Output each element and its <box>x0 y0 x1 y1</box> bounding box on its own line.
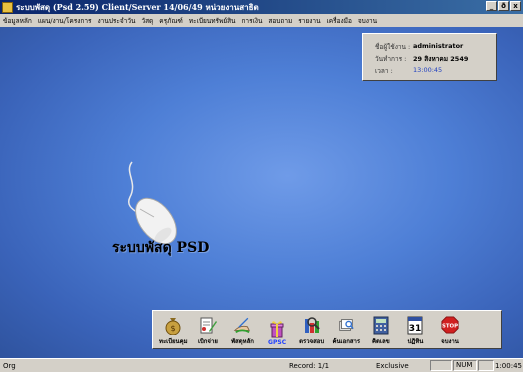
toolbar-button-register[interactable]: $ ทะเบียนคุม <box>156 311 191 346</box>
status-panel-blank-2 <box>478 360 494 371</box>
hand-writing-icon <box>233 315 251 335</box>
window-controls: _ ð x <box>486 1 521 11</box>
time-label: เวลา : <box>375 67 393 75</box>
status-num: NUM <box>453 360 477 371</box>
toolbar-label-main-supply: พัสดุหลัก <box>231 338 254 345</box>
minimize-button[interactable]: _ <box>486 1 497 11</box>
menu-item-master-data[interactable]: ข้อมูลหลัก <box>3 16 32 26</box>
status-time: 1:00:45 <box>495 362 522 370</box>
menu-item-materials[interactable]: วัสดุ <box>141 16 153 26</box>
status-left: Org <box>3 362 16 370</box>
app-icon <box>2 1 13 13</box>
time-value: 13:00:45 <box>413 66 443 74</box>
toolbar-label-issue: เบิกจ่าย <box>197 338 218 345</box>
menu-item-daily-work[interactable]: งานประจำวัน <box>98 16 136 26</box>
toolbar-button-gpsc[interactable]: GPSC <box>260 311 295 346</box>
restore-button[interactable]: ð <box>498 1 509 11</box>
calculator-icon <box>372 315 390 335</box>
document-search-icon <box>337 315 355 335</box>
main-desktop: ชื่อผู้ใช้งาน : administrator วันทำการ :… <box>0 27 523 358</box>
toolbar-button-inspect[interactable]: ตรวจสอบ <box>294 311 329 346</box>
gift-icon <box>268 318 286 338</box>
session-info-panel: ชื่อผู้ใช้งาน : administrator วันทำการ :… <box>362 33 497 81</box>
menu-item-plan-project[interactable]: แผน/งาน/โครงการ <box>38 16 92 26</box>
menu-bar: ข้อมูลหลัก แผน/งาน/โครงการ งานประจำวัน ว… <box>0 14 523 27</box>
close-button[interactable]: x <box>510 1 521 11</box>
magnifier-icon <box>303 315 321 335</box>
menu-item-tools[interactable]: เครื่องมือ <box>327 16 352 26</box>
status-record: Record: 1/1 <box>289 362 330 370</box>
toolbar-button-calendar[interactable]: 31 ปฏิทิน <box>398 311 433 346</box>
calendar-day: 31 <box>409 324 422 334</box>
svg-text:$: $ <box>171 324 176 333</box>
menu-item-equipment[interactable]: ครุภัณฑ์ <box>159 16 183 26</box>
menu-item-inquiry[interactable]: สอบถาม <box>268 16 292 26</box>
status-bar: Org Record: 1/1 Exclusive NUM 1:00:45 <box>0 358 523 372</box>
window-title: ระบบพัสดุ (Psd 2.59) Client/Server 14/06… <box>16 1 259 12</box>
toolbar-label-register: ทะเบียนคุม <box>158 338 188 345</box>
toolbar-button-exit[interactable]: STOP จบงาน <box>433 311 468 346</box>
toolbar-label-gpsc: GPSC <box>268 339 287 346</box>
stop-sign-icon: STOP <box>441 315 459 335</box>
stop-text: STOP <box>442 324 458 330</box>
money-bag-icon: $ <box>164 315 182 335</box>
toolbar-button-find-document[interactable]: ค้นเอกสาร <box>329 311 364 346</box>
calendar-icon: 31 <box>406 315 424 335</box>
toolbar-button-issue[interactable]: เบิกจ่าย <box>191 311 226 346</box>
menu-item-reports[interactable]: รายงาน <box>298 16 320 26</box>
user-label: ชื่อผู้ใช้งาน : <box>375 43 411 51</box>
quick-toolbar: $ ทะเบียนคุม เบิกจ่าย พัสดุหลัก GPSC ตรว… <box>152 310 502 349</box>
date-label: วันทำการ : <box>375 55 407 63</box>
toolbar-label-inspect: ตรวจสอบ <box>299 338 325 345</box>
toolbar-label-exit: จบงาน <box>441 338 459 345</box>
menu-item-finance[interactable]: การเงิน <box>242 16 263 26</box>
brand-title: ระบบพัสดุ PSD <box>112 240 210 256</box>
status-mode: Exclusive <box>376 362 409 370</box>
toolbar-label-find-document: ค้นเอกสาร <box>332 338 361 345</box>
menu-item-asset-register[interactable]: ทะเบียนทรัพย์สิน <box>189 16 236 26</box>
toolbar-label-calendar: ปฏิทิน <box>407 338 424 345</box>
toolbar-button-main-supply[interactable]: พัสดุหลัก <box>225 311 260 346</box>
title-bar[interactable]: ระบบพัสดุ (Psd 2.59) Client/Server 14/06… <box>0 0 523 14</box>
toolbar-label-calculator: คิดเลข <box>371 338 390 345</box>
toolbar-button-calculator[interactable]: คิดเลข <box>364 311 399 346</box>
menu-item-exit[interactable]: จบงาน <box>358 16 377 26</box>
user-value: administrator <box>413 42 464 50</box>
document-pencil-icon <box>199 315 217 335</box>
status-panel-blank <box>430 360 452 371</box>
date-value: 29 สิงหาคม 2549 <box>413 55 469 63</box>
